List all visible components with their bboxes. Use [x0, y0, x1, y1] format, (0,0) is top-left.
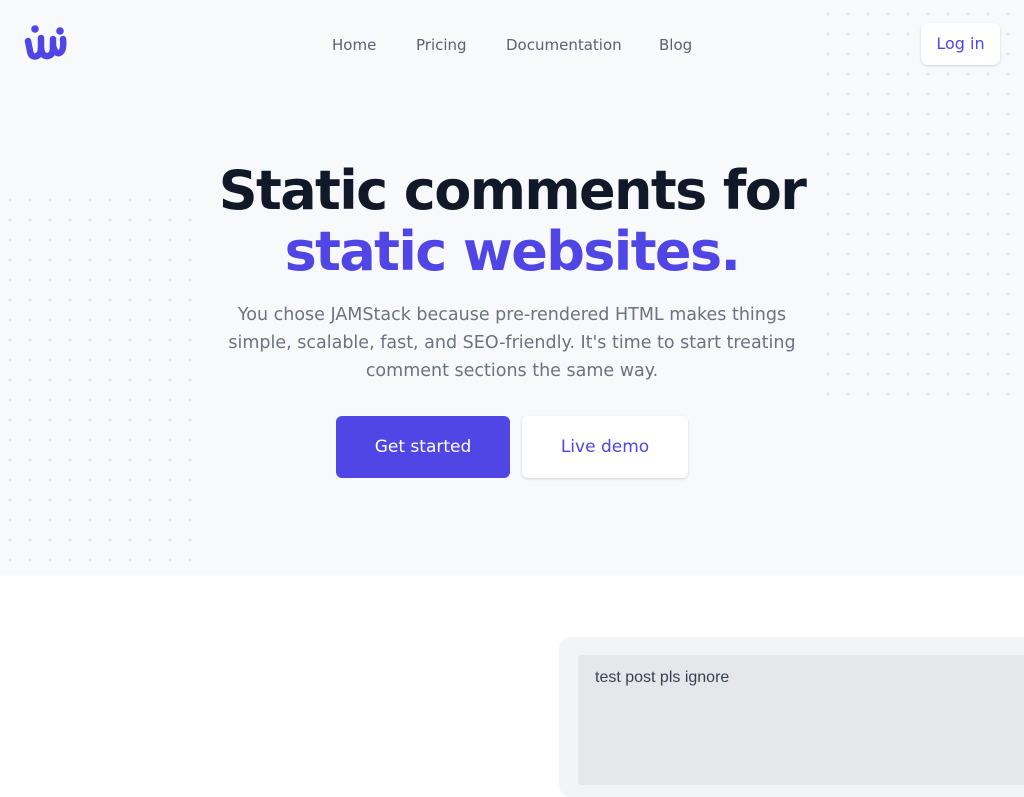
live-demo-button[interactable]: Live demo: [522, 416, 688, 478]
nav-pricing-link[interactable]: Pricing: [416, 35, 467, 55]
hero-section: Home Pricing Documentation Blog Log in S…: [0, 0, 1024, 575]
hero-headline: Static comments for static websites.: [0, 160, 1024, 282]
nav-blog-link[interactable]: Blog: [659, 35, 692, 55]
login-button[interactable]: Log in: [921, 23, 1000, 65]
get-started-button[interactable]: Get started: [336, 416, 510, 478]
headline-line-2: static websites.: [284, 220, 741, 283]
main-nav: Home Pricing Documentation Blog: [0, 35, 1024, 55]
nav-documentation-link[interactable]: Documentation: [506, 35, 622, 55]
hero-subtitle: You chose JAMStack because pre-rendered …: [228, 305, 796, 381]
demo-comment-text: test post pls ignore: [595, 669, 730, 686]
headline-line-1: Static comments for: [218, 159, 807, 222]
nav-home-link[interactable]: Home: [332, 35, 376, 55]
